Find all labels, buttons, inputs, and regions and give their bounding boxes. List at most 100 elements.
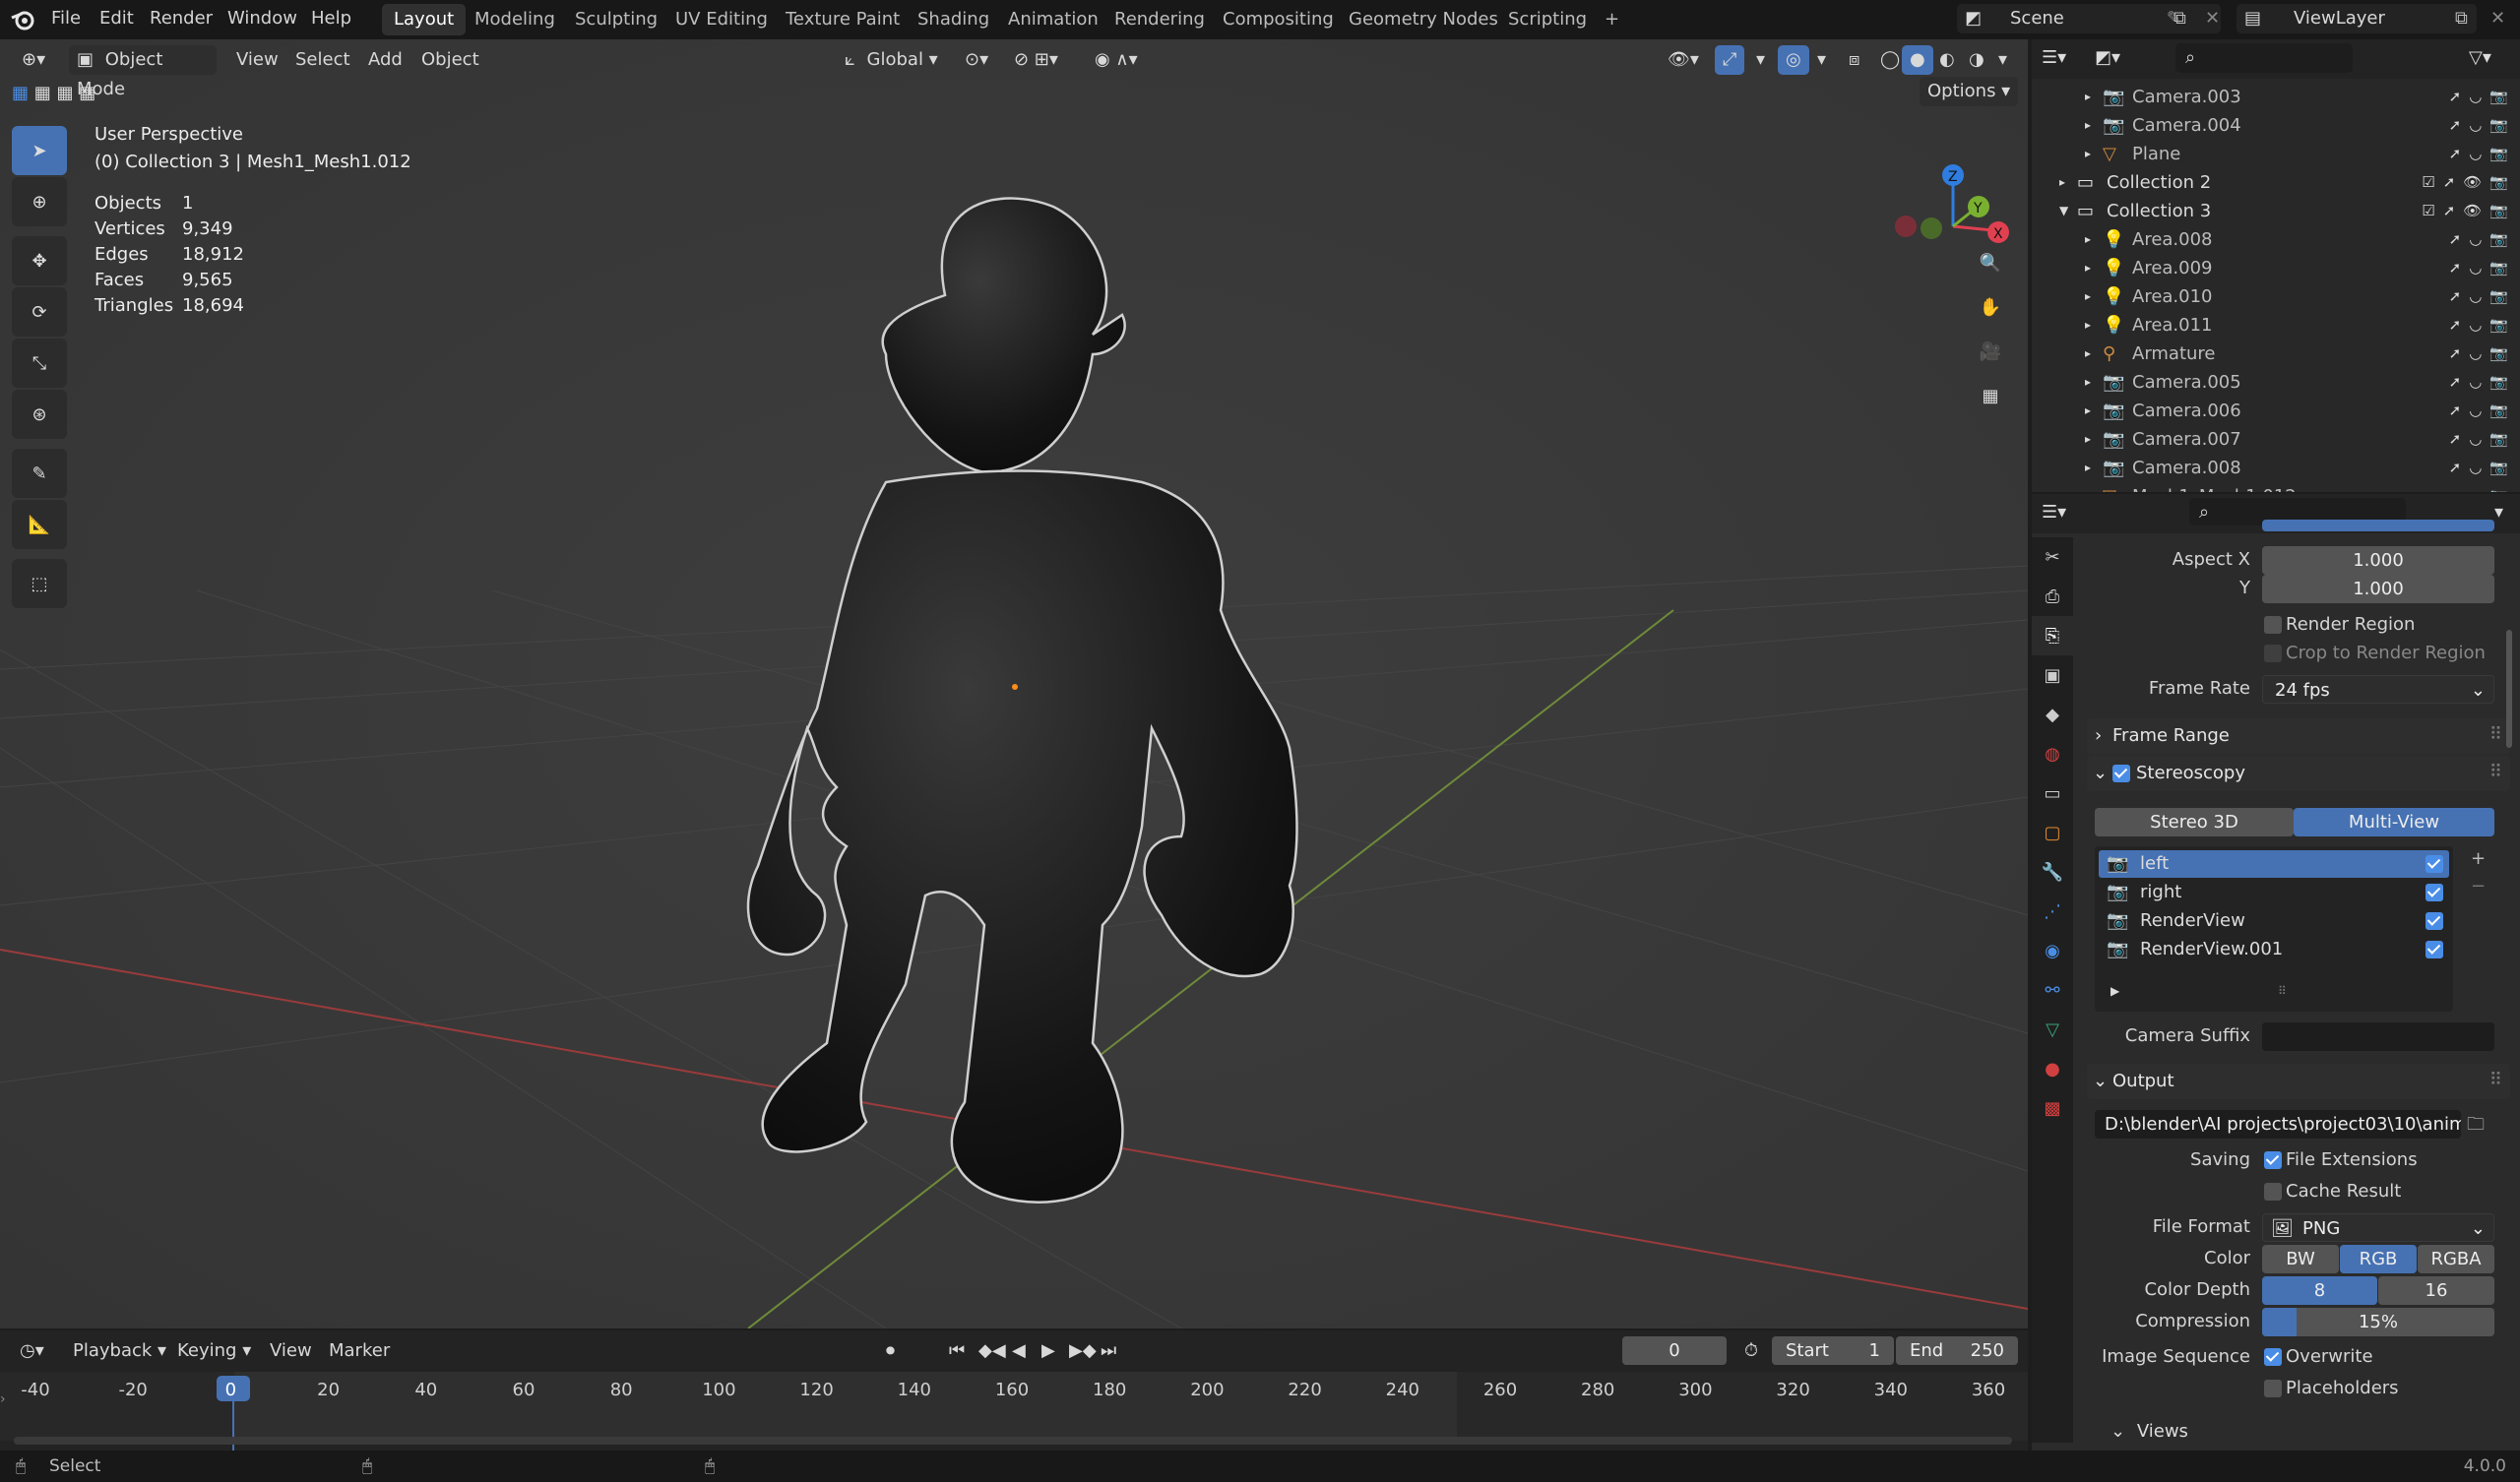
- drag-handle-icon[interactable]: ⠿: [2489, 1070, 2502, 1090]
- physics-tab[interactable]: ◉: [2032, 931, 2073, 970]
- start-frame-field[interactable]: Start 1: [1772, 1336, 1894, 1365]
- views-subpanel[interactable]: ⌄ Views: [2110, 1421, 2188, 1442]
- new-viewlayer-icon[interactable]: ⧉: [2455, 8, 2468, 29]
- expand-toggle-icon[interactable]: ▸: [2085, 147, 2091, 160]
- material-tab[interactable]: ●: [2032, 1049, 2073, 1088]
- list-item[interactable]: 📷 RenderView: [2099, 907, 2449, 935]
- select-box-tool[interactable]: ➤: [12, 126, 67, 175]
- select-toggle-icon[interactable]: ➚: [2449, 459, 2462, 476]
- timeline-expand-icon[interactable]: ›: [0, 1391, 6, 1407]
- output-tab[interactable]: ⎘: [2032, 616, 2073, 655]
- tab-layout[interactable]: Layout: [382, 4, 467, 35]
- stopwatch-icon[interactable]: ⏱: [1736, 1336, 1766, 1366]
- view-enabled-checkbox[interactable]: [2426, 912, 2443, 930]
- tab-compositing[interactable]: Compositing: [1211, 4, 1346, 35]
- collection-tab[interactable]: ▭: [2032, 773, 2073, 813]
- constraints-tab[interactable]: ⚯: [2032, 970, 2073, 1010]
- menu-select[interactable]: Select: [287, 45, 358, 75]
- file-format-dropdown[interactable]: 🖼 PNG ⌄: [2262, 1213, 2494, 1242]
- timeline-scrollbar[interactable]: [14, 1437, 2012, 1445]
- add-cube-tool[interactable]: ⬚: [12, 559, 67, 608]
- render-toggle-icon[interactable]: 📷: [2489, 173, 2508, 191]
- expand-toggle-icon[interactable]: ▸: [2085, 403, 2091, 417]
- view-layer-tab[interactable]: ▣: [2032, 655, 2073, 695]
- render-toggle-icon[interactable]: 📷: [2489, 401, 2508, 419]
- rotate-tool[interactable]: ⟳: [12, 287, 67, 337]
- tab-uv-editing[interactable]: UV Editing: [663, 4, 780, 35]
- stereoscopy-checkbox[interactable]: [2112, 765, 2130, 782]
- select-toggle-icon[interactable]: ➚: [2449, 316, 2462, 334]
- viewlayer-selector[interactable]: ▤ ViewLayer: [2236, 4, 2477, 33]
- 3d-viewport[interactable]: ⊕▾ ▣ Object Mode View Select Add Object …: [0, 39, 2028, 1328]
- render-toggle-icon[interactable]: 📷: [2489, 287, 2508, 305]
- play-button[interactable]: ▶: [1034, 1336, 1063, 1366]
- outliner-row[interactable]: ▸ 💡 Area.009 ➚ ◡ 📷: [2032, 254, 2520, 282]
- eye-icon[interactable]: ◡: [2469, 230, 2482, 248]
- editor-type-icon[interactable]: ⊕▾: [14, 45, 53, 75]
- outliner-row[interactable]: ▸ 💡 Area.010 ➚ ◡ 📷: [2032, 282, 2520, 311]
- expand-toggle-icon[interactable]: ▸: [2085, 90, 2091, 103]
- xray-icon[interactable]: ⧈: [1841, 45, 1867, 75]
- play-reverse-button[interactable]: ◀: [1004, 1336, 1034, 1366]
- exclude-checkbox-icon[interactable]: ☑: [2422, 173, 2434, 191]
- eye-icon[interactable]: ◡: [2469, 401, 2482, 419]
- mode-dropdown[interactable]: ▣ Object Mode: [69, 45, 217, 99]
- proportional-edit-icon[interactable]: ◉ ∧▾: [1087, 45, 1146, 75]
- select-extend-icon[interactable]: ▦: [34, 83, 51, 103]
- jump-start-button[interactable]: ⏮: [941, 1336, 973, 1366]
- cursor-tool[interactable]: ⊕: [12, 177, 67, 226]
- select-new-icon[interactable]: ▦: [12, 83, 29, 103]
- outliner-row[interactable]: ▸ 📷 Camera.007 ➚ ◡ 📷: [2032, 425, 2520, 454]
- expand-toggle-icon[interactable]: ▸: [2085, 432, 2091, 446]
- outliner-row[interactable]: ▸ 💡 Area.008 ➚ ◡ 📷: [2032, 225, 2520, 254]
- output-panel[interactable]: ⌄ Output ⠿: [2087, 1064, 2510, 1099]
- menu-keying[interactable]: Keying ▾: [169, 1336, 259, 1366]
- outliner-row[interactable]: ▸ 📷 Camera.003 ➚ ◡ 📷: [2032, 83, 2520, 111]
- eye-icon[interactable]: ◡: [2469, 145, 2482, 162]
- close-viewlayer-icon[interactable]: ✕: [2490, 8, 2505, 29]
- select-toggle-icon[interactable]: ➚: [2449, 487, 2462, 492]
- menu-edit[interactable]: Edit: [99, 8, 134, 29]
- expand-toggle-icon[interactable]: ▸: [2085, 489, 2091, 492]
- outliner-row[interactable]: ▼ ▭ Collection 3 ☑ ➚ 👁 📷: [2032, 197, 2520, 225]
- render-toggle-icon[interactable]: 📷: [2489, 373, 2508, 391]
- render-toggle-icon[interactable]: 📷: [2489, 344, 2508, 362]
- overlay-dropdown-icon[interactable]: ▾: [1809, 45, 1834, 75]
- timeline-editor-icon[interactable]: ◷▾: [12, 1336, 52, 1366]
- multi-view-tab[interactable]: Multi-View: [2294, 808, 2494, 836]
- rendered-shading-icon[interactable]: ◑: [1961, 45, 1992, 75]
- eye-icon[interactable]: ◡: [2469, 430, 2482, 448]
- pivot-icon[interactable]: ⊙▾: [957, 45, 996, 75]
- menu-object[interactable]: Object: [413, 45, 487, 75]
- move-tool[interactable]: ✥: [12, 236, 67, 285]
- compression-slider[interactable]: 15%: [2262, 1308, 2494, 1336]
- select-toggle-icon[interactable]: ➚: [2449, 145, 2462, 162]
- tab-shading[interactable]: Shading: [906, 4, 1001, 35]
- render-tab[interactable]: ⎙: [2032, 577, 2073, 616]
- render-toggle-icon[interactable]: 📷: [2489, 487, 2508, 492]
- view-enabled-checkbox[interactable]: [2426, 941, 2443, 958]
- snap-icon[interactable]: ⊘ ⊞▾: [1006, 45, 1066, 75]
- expand-toggle-icon[interactable]: ▸: [2059, 175, 2065, 189]
- drag-handle-icon[interactable]: ⠿: [2489, 724, 2502, 745]
- expand-toggle-icon[interactable]: ▸: [2085, 461, 2091, 474]
- expand-toggle-icon[interactable]: ▸: [2085, 346, 2091, 360]
- current-frame-field[interactable]: 0: [1622, 1336, 1727, 1365]
- render-toggle-icon[interactable]: 📷: [2489, 259, 2508, 277]
- menu-window[interactable]: Window: [227, 8, 297, 29]
- overlay-toggle-icon[interactable]: ◎: [1778, 45, 1809, 75]
- overwrite-checkbox[interactable]: [2264, 1348, 2282, 1366]
- select-toggle-icon[interactable]: ➚: [2449, 88, 2462, 105]
- expand-toggle-icon[interactable]: ▸: [2085, 318, 2091, 332]
- select-toggle-icon[interactable]: ➚: [2443, 202, 2456, 219]
- particles-tab[interactable]: ⋰: [2032, 892, 2073, 931]
- aspect-x-field[interactable]: 1.000: [2262, 546, 2494, 575]
- visibility-icon[interactable]: 👁▾: [1660, 45, 1707, 75]
- render-toggle-icon[interactable]: 📷: [2489, 116, 2508, 134]
- expand-toggle-icon[interactable]: ▸: [2085, 261, 2091, 275]
- list-item[interactable]: 📷 RenderView.001: [2099, 936, 2449, 963]
- outliner-search[interactable]: ⌕: [2175, 43, 2353, 73]
- new-scene-icon[interactable]: ⧉: [2174, 8, 2186, 29]
- select-toggle-icon[interactable]: ➚: [2449, 287, 2462, 305]
- tab-animation[interactable]: Animation: [996, 4, 1110, 35]
